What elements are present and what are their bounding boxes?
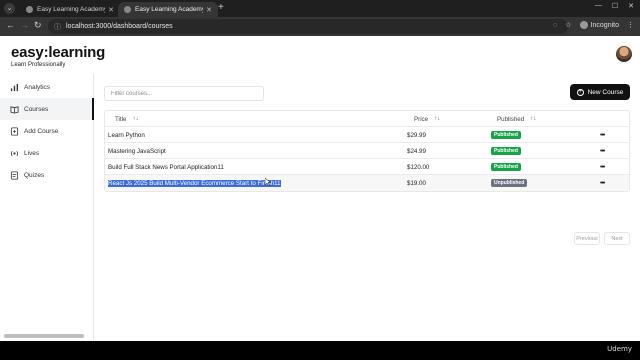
row-actions-icon[interactable]: ••• — [600, 127, 605, 143]
incognito-icon — [579, 21, 588, 29]
favicon-icon — [124, 6, 131, 13]
course-title: Mastering JavaScript — [108, 147, 166, 155]
sidebar-item-analytics[interactable]: Analytics — [0, 76, 94, 98]
sidebar-item-quizes[interactable]: Quizes — [0, 164, 94, 186]
tab-title: Easy Learning Academy - Best — [37, 6, 106, 13]
status-badge: Published — [491, 163, 521, 171]
plus-circle-icon: + — [576, 88, 584, 96]
url-text: localhost:3000/dashboard/courses — [66, 23, 173, 30]
site-info-icon[interactable]: ⓘ — [54, 22, 61, 32]
course-title: Build Full Stack News Portal Application… — [108, 163, 224, 171]
book-plus-icon — [10, 126, 19, 136]
reload-icon[interactable]: ↻ — [34, 20, 42, 31]
course-title-cell: React Js 2025 Build Multi-Vendor Ecommer… — [108, 175, 281, 191]
horizontal-scrollbar[interactable] — [4, 334, 84, 338]
sidebar-item-label: Add Course — [24, 127, 59, 135]
table-row[interactable]: Mastering JavaScript $24.99 Published ••… — [105, 143, 629, 159]
close-window-icon[interactable]: ✕ — [628, 2, 634, 10]
sidebar-item-label: Quizes — [24, 171, 45, 179]
quiz-icon — [10, 170, 19, 180]
next-button[interactable]: Next — [604, 232, 630, 245]
book-icon — [10, 105, 19, 114]
browser-tab-bar: ⌄ Easy Learning Academy - Best ✕ Easy Le… — [0, 0, 640, 17]
course-title: Learn Python — [108, 131, 145, 139]
status-badge: Published — [491, 131, 521, 139]
course-price: $24.99 — [407, 147, 426, 155]
column-label: Published — [497, 115, 525, 123]
sidebar-item-label: Lives — [24, 149, 40, 157]
sidebar-item-lives[interactable]: Lives — [0, 142, 94, 164]
new-course-button[interactable]: + New Course — [570, 84, 630, 100]
brand-logo[interactable]: easy:learning Learn Professionally — [11, 44, 105, 68]
status-cell: Published — [491, 159, 521, 175]
close-tab-icon[interactable]: ✕ — [206, 6, 212, 14]
incognito-label: Incognito — [590, 21, 619, 29]
menu-kebab-icon[interactable]: ⋮ — [627, 21, 634, 29]
course-price: $29.99 — [407, 131, 426, 139]
brand-tagline: Learn Professionally — [11, 62, 66, 68]
status-cell: Unpublished — [491, 175, 528, 191]
new-course-label: New Course — [587, 88, 624, 96]
title-column-header[interactable]: Title ↑↓ — [115, 111, 138, 127]
close-tab-icon[interactable]: ✕ — [108, 6, 114, 14]
table-row[interactable]: Build Full Stack News Portal Application… — [105, 159, 629, 175]
main-content: + New Course Title ↑↓ Price ↑↓ Published — [94, 74, 640, 341]
status-cell: Published — [491, 127, 521, 143]
mouse-cursor-icon — [265, 178, 271, 186]
window-controls: — ☐ ✕ — [595, 2, 634, 10]
table-header: Title ↑↓ Price ↑↓ Published ↑↓ — [105, 111, 629, 127]
status-badge: Unpublished — [491, 179, 528, 187]
bookmark-star-icon[interactable]: ☆ — [565, 21, 571, 29]
course-title: React Js 2025 Build Multi-Vendor Ecommer… — [108, 179, 281, 187]
column-label: Price — [414, 115, 429, 123]
app: easy:learning Learn Professionally Analy… — [0, 36, 640, 341]
toolbar-actions: ◌ ☆ Incognito ⋮ — [553, 21, 634, 29]
brand-name: easy:learning — [11, 44, 106, 61]
published-column-header[interactable]: Published ↑↓ — [497, 111, 536, 127]
sidebar-item-add-course[interactable]: Add Course — [0, 120, 94, 142]
courses-table: Title ↑↓ Price ↑↓ Published ↑↓ Learn Pyt… — [104, 110, 630, 192]
back-icon[interactable]: ← — [6, 20, 15, 30]
column-label: Title — [115, 115, 127, 123]
filter-courses-input[interactable] — [104, 86, 264, 101]
row-actions-icon[interactable]: ••• — [600, 175, 605, 191]
tab-title: Easy Learning Academy - Best — [135, 6, 204, 13]
browser-toolbar: ← → ↻ ⓘ localhost:3000/dashboard/courses… — [0, 17, 640, 36]
forward-icon[interactable]: → — [20, 20, 29, 30]
sort-icon[interactable]: ↑↓ — [434, 116, 440, 122]
avatar[interactable] — [616, 46, 632, 62]
tab-search-icon[interactable]: ⌄ — [4, 3, 15, 14]
sidebar-item-label: Analytics — [24, 83, 51, 91]
browser-tab-1[interactable]: Easy Learning Academy - Best ✕ — [20, 2, 120, 17]
price-column-header[interactable]: Price ↑↓ — [414, 111, 440, 127]
table-row[interactable]: Learn Python $29.99 Published ••• — [105, 127, 629, 143]
sort-icon[interactable]: ↑↓ — [132, 116, 138, 122]
row-actions-icon[interactable]: ••• — [600, 143, 605, 159]
pagination: Previous Next — [574, 232, 630, 245]
radio-icon — [10, 149, 19, 158]
video-bottom-bar: Udemy — [0, 341, 640, 360]
address-bar[interactable]: ⓘ localhost:3000/dashboard/courses — [48, 19, 568, 34]
udemy-watermark: Udemy — [607, 345, 632, 353]
new-tab-icon[interactable]: + — [218, 2, 224, 13]
favicon-icon — [26, 6, 33, 13]
browser-tab-2[interactable]: Easy Learning Academy - Best ✕ — [118, 2, 218, 17]
status-cell: Published — [491, 143, 521, 159]
table-row[interactable]: React Js 2025 Build Multi-Vendor Ecommer… — [105, 175, 629, 191]
status-badge: Published — [491, 147, 521, 155]
incognito-indicator[interactable]: Incognito — [579, 21, 619, 29]
course-price: $19.00 — [407, 179, 426, 187]
sidebar: Analytics Courses Add Course Lives Quize… — [0, 74, 94, 341]
eye-off-icon[interactable]: ◌ — [553, 22, 557, 29]
maximize-icon[interactable]: ☐ — [612, 2, 618, 10]
minimize-icon[interactable]: — — [595, 2, 602, 10]
sort-icon[interactable]: ↑↓ — [530, 116, 536, 122]
course-price: $120.00 — [407, 163, 430, 171]
previous-button[interactable]: Previous — [574, 232, 600, 245]
sidebar-item-label: Courses — [24, 105, 49, 113]
screen: ⌄ Easy Learning Academy - Best ✕ Easy Le… — [0, 0, 640, 360]
bar-chart-icon — [10, 83, 19, 92]
sidebar-item-courses[interactable]: Courses — [0, 98, 94, 120]
row-actions-icon[interactable]: ••• — [600, 159, 605, 175]
